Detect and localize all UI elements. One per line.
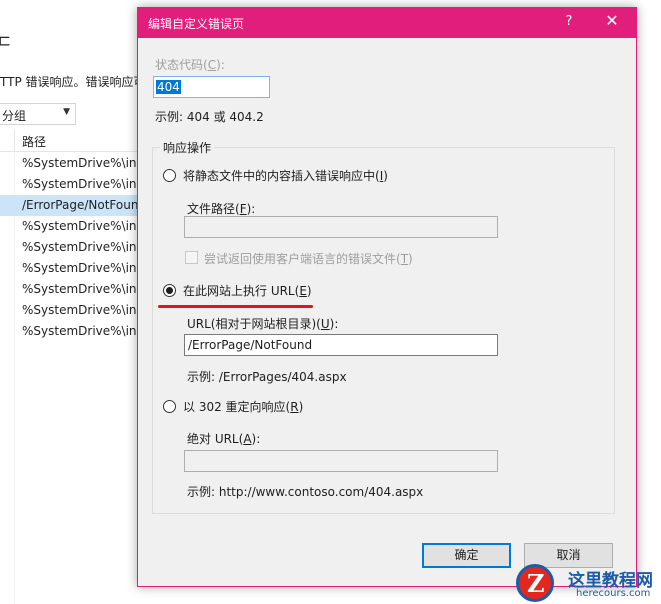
radio-insert-static-file-label[interactable]: 将静态文件中的内容插入错误响应中(I)	[183, 167, 388, 184]
list-item[interactable]: %SystemDrive%\inetpub\custerr	[0, 258, 140, 279]
list-item[interactable]: %SystemDrive%\inetpub\custerr	[0, 216, 140, 237]
watermark-domain: herecours.com	[576, 588, 651, 599]
radio-redirect-302[interactable]	[163, 400, 176, 413]
list-item[interactable]: %SystemDrive%\inetpub\custerr	[0, 153, 140, 174]
file-path-label: 文件路径(F):	[187, 202, 256, 216]
ok-button[interactable]: 确定	[422, 543, 511, 568]
close-icon[interactable]: ✕	[601, 11, 623, 30]
list-item[interactable]: %SystemDrive%\inetpub\custerr	[0, 279, 140, 300]
relative-url-label: URL(相对于网站根目录)(U):	[187, 317, 339, 331]
help-button[interactable]: ?	[559, 14, 579, 29]
list-header[interactable]: 路径	[0, 130, 140, 152]
list-item[interactable]: %SystemDrive%\inetpub\custerr	[0, 300, 140, 321]
watermark-logo-icon	[516, 564, 554, 602]
dialog-titlebar[interactable]: 编辑自定义错误页 ? ✕	[138, 8, 636, 38]
relative-url-example: 示例: /ErrorPages/404.aspx	[187, 370, 347, 384]
chevron-down-icon: ▼	[63, 107, 70, 117]
dialog-title: 编辑自定义错误页	[148, 17, 245, 31]
group-by-value: 分组	[2, 109, 27, 123]
list-item[interactable]: %SystemDrive%\inetpub\custerr	[0, 321, 140, 342]
localized-error-checkbox[interactable]	[185, 251, 198, 264]
error-page-list: %SystemDrive%\inetpub\custerr%SystemDriv…	[0, 153, 140, 342]
annotation-underline	[158, 305, 313, 308]
response-action-legend: 响应操作	[160, 139, 215, 156]
edit-custom-error-page-dialog: 编辑自定义错误页 ? ✕ 状态代码(C): 404 示例: 404 或 404.…	[137, 7, 637, 587]
relative-url-field[interactable]: /ErrorPage/NotFound	[184, 334, 498, 356]
status-code-field[interactable]: 404	[153, 76, 270, 98]
list-item[interactable]: %SystemDrive%\inetpub\custerr	[0, 237, 140, 258]
status-code-example: 示例: 404 或 404.2	[155, 110, 264, 124]
localized-error-label[interactable]: 尝试返回使用客户端语言的错误文件(T)	[204, 250, 413, 267]
background-page-title: ㄷ	[0, 32, 13, 53]
column-separator	[14, 130, 15, 152]
column-header-path[interactable]: 路径	[22, 133, 46, 150]
status-code-label: 状态代码(C):	[155, 58, 225, 72]
radio-insert-static-file[interactable]	[163, 169, 176, 182]
radio-redirect-302-label[interactable]: 以 302 重定向响应(R)	[183, 398, 303, 415]
list-item[interactable]: /ErrorPage/NotFound	[0, 195, 140, 216]
radio-execute-url[interactable]	[163, 284, 176, 297]
background-page-description: TTP 错误响应。错误响应可	[0, 75, 146, 89]
file-path-field[interactable]	[184, 216, 498, 238]
absolute-url-example: 示例: http://www.contoso.com/404.aspx	[187, 485, 424, 499]
absolute-url-field[interactable]	[184, 450, 498, 472]
status-code-value: 404	[156, 80, 181, 94]
group-by-dropdown[interactable]: 分组 ▼	[0, 103, 76, 125]
site-watermark: 这里教程网 herecours.com	[516, 562, 661, 604]
list-item[interactable]: %SystemDrive%\inetpub\custerr	[0, 174, 140, 195]
absolute-url-label: 绝对 URL(A):	[187, 432, 261, 446]
radio-execute-url-label[interactable]: 在此网站上执行 URL(E)	[183, 282, 312, 299]
